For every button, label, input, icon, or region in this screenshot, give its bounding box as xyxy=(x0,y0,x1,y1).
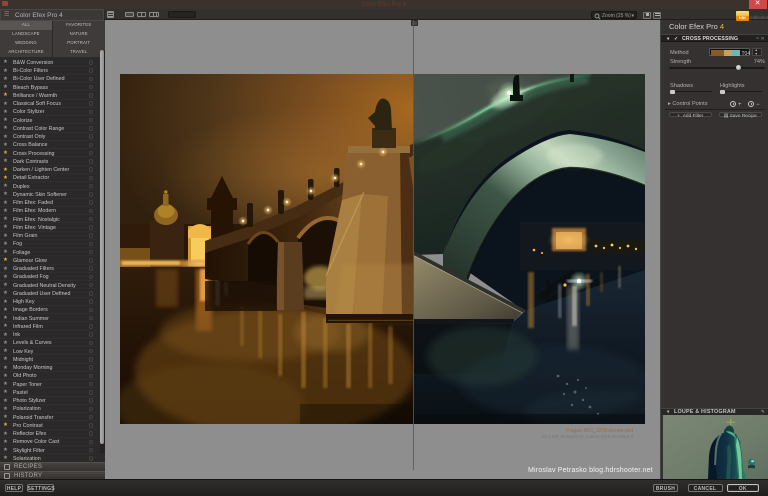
svg-text:T04: T04 xyxy=(741,51,750,56)
